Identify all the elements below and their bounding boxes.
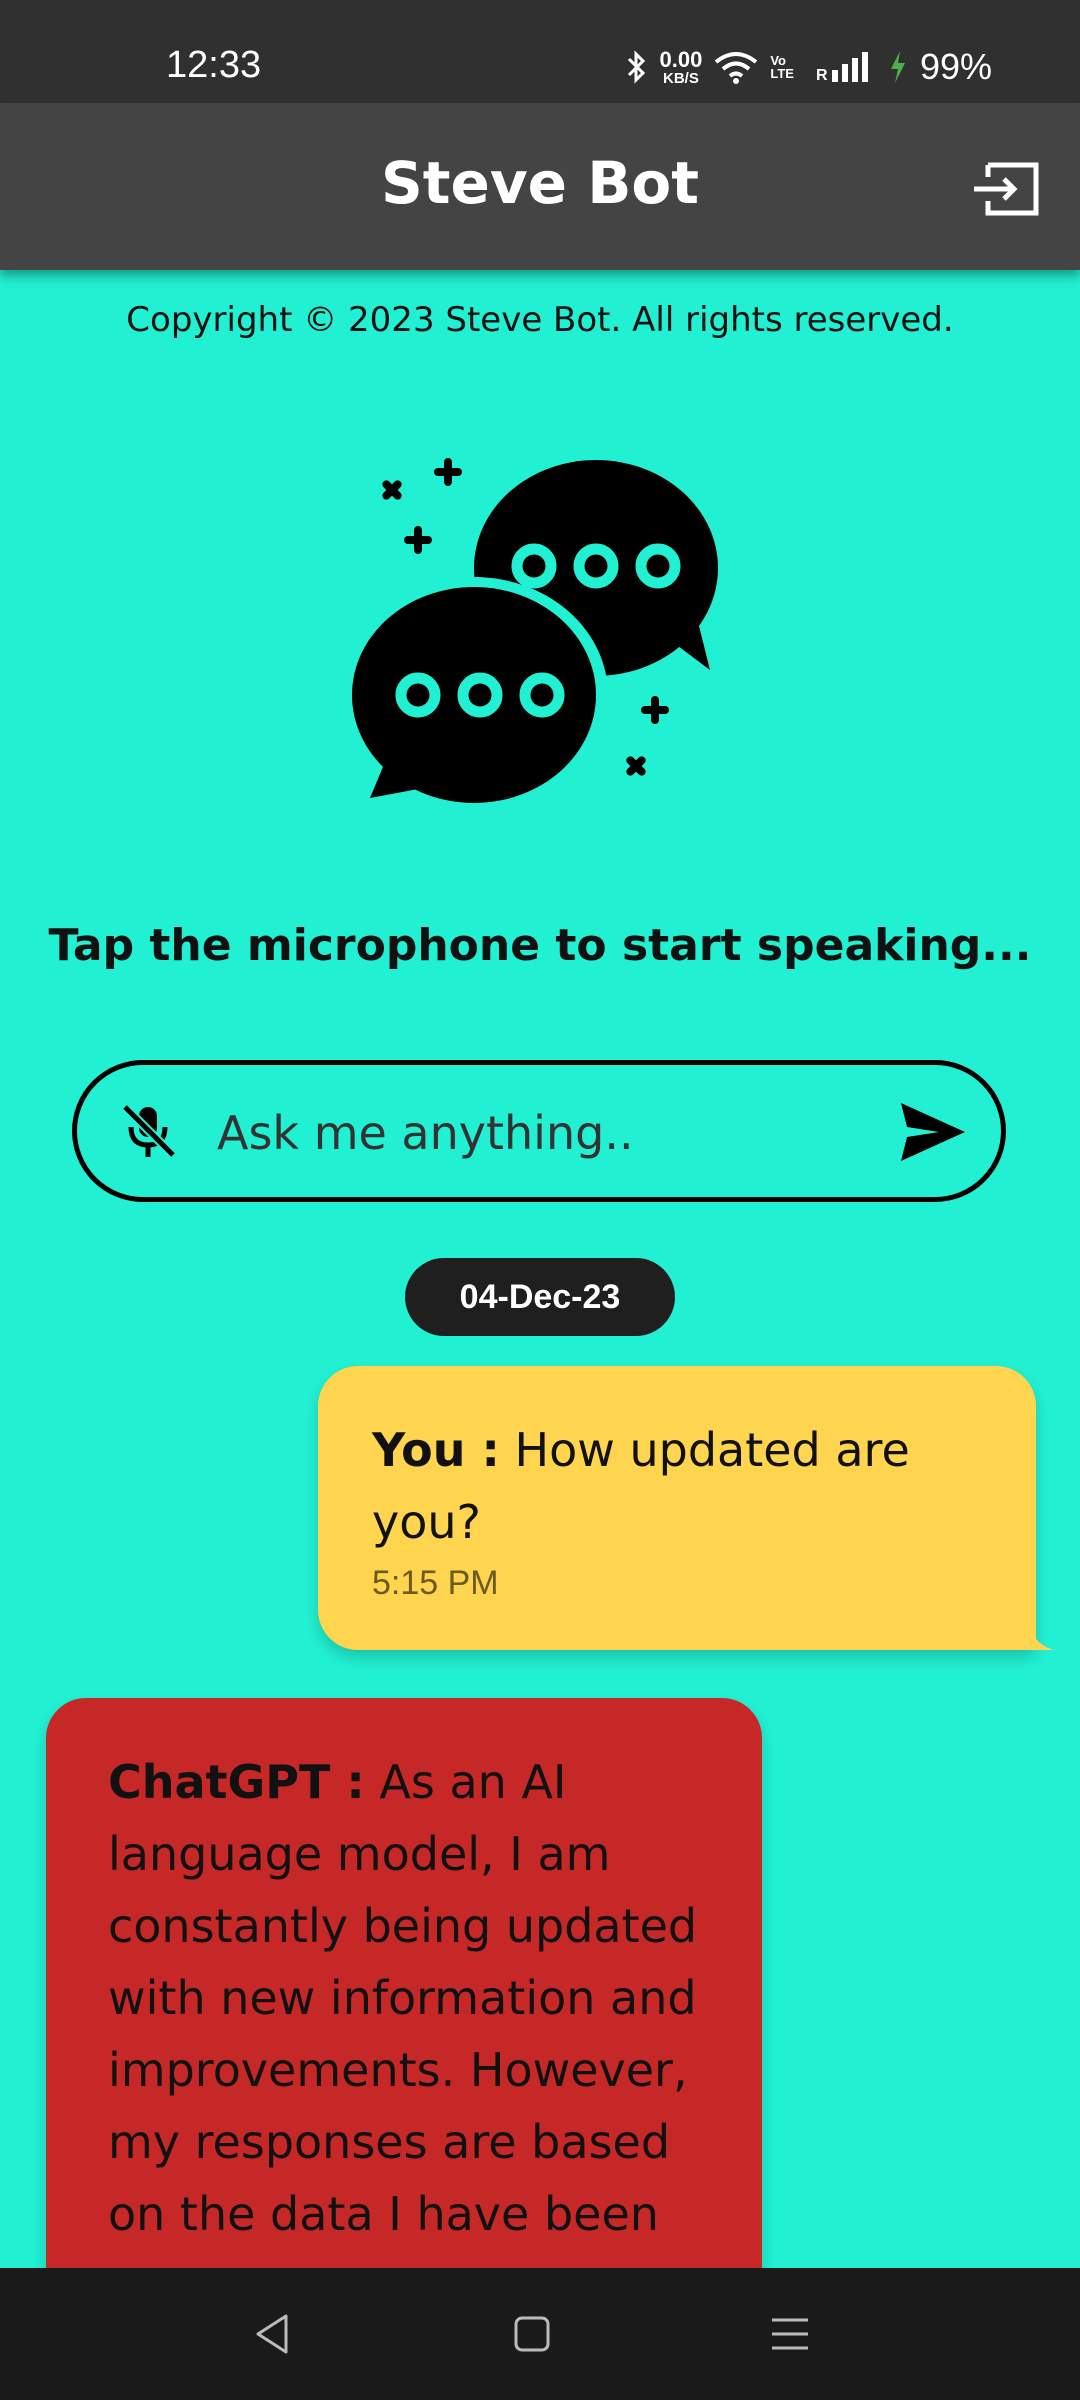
wifi-icon [715, 52, 758, 84]
back-icon[interactable] [246, 2306, 302, 2362]
roaming-label: R [816, 67, 828, 84]
chat-bubbles-icon [350, 458, 718, 810]
status-bar: 12:33 0.00 KB/S Vo LTE R 99% [0, 0, 1080, 103]
bluetooth-icon [627, 50, 645, 84]
volte-bottom: LTE [770, 66, 794, 81]
system-nav-bar [0, 2268, 1080, 2400]
mic-off-icon[interactable] [119, 1101, 179, 1161]
user-sender-label: You : [372, 1423, 500, 1477]
app-title: Steve Bot [381, 149, 699, 217]
status-time: 12:33 [166, 44, 262, 86]
bot-sender-label: ChatGPT : [108, 1755, 365, 1809]
net-speed-value: 0.00 [659, 46, 703, 72]
menu-icon[interactable] [762, 2306, 818, 2362]
send-icon[interactable] [899, 1101, 967, 1163]
hint-text: Tap the microphone to start speaking... [48, 920, 1032, 971]
net-speed: 0.00 KB/S [659, 46, 703, 87]
signal-icon: R [816, 52, 868, 84]
home-icon[interactable] [504, 2306, 560, 2362]
copyright-text: Copyright © 2023 Steve Bot. All rights r… [126, 300, 954, 340]
user-message-bubble: You : How updated are you? 5:15 PM [318, 1366, 1054, 1650]
charging-icon [890, 51, 905, 83]
bot-message-content: As an AI language model, I am constantly… [108, 1755, 698, 2241]
date-chip: 04-Dec-23 [405, 1258, 675, 1336]
bubble-tail [1014, 1620, 1054, 1650]
message-input-container [72, 1060, 1006, 1202]
battery-percent: 99% [919, 46, 992, 87]
volte-indicator: Vo LTE [770, 54, 794, 80]
user-message-time: 5:15 PM [372, 1564, 499, 1602]
status-icons: 0.00 KB/S Vo LTE R 99% [626, 46, 992, 88]
message-input[interactable] [217, 1101, 817, 1165]
user-message-text: You : How updated are you? [372, 1414, 986, 1558]
exit-icon[interactable] [970, 159, 1042, 219]
app-bar: Steve Bot [0, 103, 1080, 270]
bot-message-text: ChatGPT : As an AI language model, I am … [108, 1746, 722, 2250]
net-speed-unit: KB/S [663, 69, 699, 87]
